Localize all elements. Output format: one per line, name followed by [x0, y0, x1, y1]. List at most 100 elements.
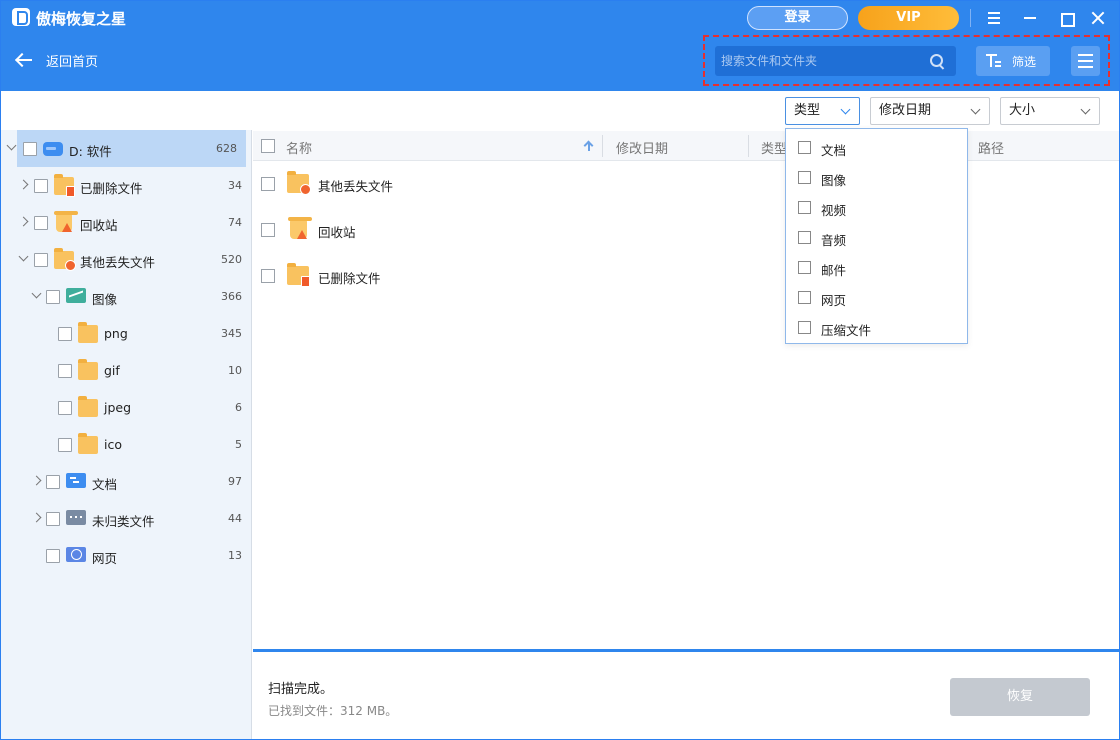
tree-item-uncategorized[interactable]: 未归类文件 44: [1, 500, 251, 537]
type-option-webpages[interactable]: 网页: [786, 282, 967, 312]
type-option-documents[interactable]: 文档: [786, 132, 967, 162]
option-checkbox[interactable]: [798, 141, 811, 154]
option-checkbox[interactable]: [798, 261, 811, 274]
filter-icon: [986, 53, 1002, 69]
minimize-icon[interactable]: [1019, 7, 1041, 29]
column-name[interactable]: 名称: [286, 138, 312, 157]
recycle-bin-icon: [54, 211, 78, 232]
type-option-audio[interactable]: 音频: [786, 222, 967, 252]
tree-checkbox[interactable]: [46, 549, 60, 563]
chevron-down-icon: [1080, 104, 1091, 115]
size-dropdown[interactable]: 大小: [1000, 97, 1100, 125]
tree-item-images[interactable]: 图像 366: [1, 278, 251, 315]
back-home-link[interactable]: 返回首页: [15, 49, 98, 71]
deleted-folder-icon: [54, 174, 75, 197]
sort-ascending-icon[interactable]: [584, 140, 594, 152]
tree-item-label: jpeg: [104, 400, 132, 415]
option-checkbox[interactable]: [798, 231, 811, 244]
lost-folder-icon: [54, 248, 76, 271]
title-bar: 傲梅恢复之星 登录 VIP: [1, 1, 1119, 35]
tree-checkbox[interactable]: [58, 401, 72, 415]
file-row[interactable]: 已删除文件: [253, 253, 1119, 299]
type-option-images[interactable]: 图像: [786, 162, 967, 192]
more-menu-icon[interactable]: [1071, 46, 1100, 76]
column-type[interactable]: 类型: [761, 138, 787, 157]
row-checkbox[interactable]: [261, 269, 275, 283]
column-divider[interactable]: [748, 135, 749, 157]
chevron-right-icon[interactable]: [31, 475, 42, 486]
recover-button[interactable]: 恢复: [950, 678, 1090, 716]
tree-checkbox[interactable]: [46, 290, 60, 304]
search-icon[interactable]: [930, 54, 944, 68]
chevron-down-icon[interactable]: [18, 251, 29, 262]
chevron-right-icon[interactable]: [18, 179, 29, 190]
maximize-icon[interactable]: [1055, 7, 1077, 29]
tree-item-recycle-bin[interactable]: 回收站 74: [1, 204, 251, 241]
tree-item-count: 34: [228, 179, 242, 192]
tree-checkbox[interactable]: [58, 364, 72, 378]
tree-checkbox[interactable]: [58, 327, 72, 341]
file-name: 其他丢失文件: [318, 179, 394, 194]
tree-item-count: 628: [216, 142, 237, 155]
column-date[interactable]: 修改日期: [616, 138, 668, 157]
file-name: 已删除文件: [318, 271, 381, 286]
close-icon[interactable]: [1087, 7, 1109, 29]
column-path[interactable]: 路径: [978, 138, 1004, 157]
chevron-right-icon[interactable]: [31, 512, 42, 523]
tree-item-documents[interactable]: 文档 97: [1, 463, 251, 500]
tree-item-ico[interactable]: ico 5: [1, 426, 251, 463]
select-all-checkbox[interactable]: [261, 139, 275, 153]
folder-icon: [78, 359, 98, 380]
type-option-video[interactable]: 视频: [786, 192, 967, 222]
option-label: 邮件: [821, 263, 847, 278]
date-dropdown[interactable]: 修改日期: [870, 97, 990, 125]
tree-item-count: 345: [221, 327, 242, 340]
tree-item-label: 回收站: [80, 218, 118, 233]
filter-button[interactable]: 筛选: [976, 46, 1050, 76]
chevron-right-icon[interactable]: [18, 216, 29, 227]
folder-tree: D: 软件 628 已删除文件 34 回收站 74 其他丢失文件 520 图像 …: [1, 130, 252, 739]
tree-item-png[interactable]: png 345: [1, 315, 251, 352]
option-checkbox[interactable]: [798, 201, 811, 214]
recycle-bin-icon: [288, 217, 312, 239]
tree-checkbox[interactable]: [58, 438, 72, 452]
option-checkbox[interactable]: [798, 321, 811, 334]
tree-checkbox[interactable]: [23, 142, 37, 156]
tree-checkbox[interactable]: [34, 253, 48, 267]
tree-item-gif[interactable]: gif 10: [1, 352, 251, 389]
tree-checkbox[interactable]: [46, 512, 60, 526]
row-checkbox[interactable]: [261, 223, 275, 237]
tree-checkbox[interactable]: [34, 216, 48, 230]
tree-item-deleted[interactable]: 已删除文件 34: [1, 167, 251, 204]
type-dropdown[interactable]: 类型: [785, 97, 860, 125]
drive-icon: [43, 142, 63, 156]
image-icon: [66, 288, 86, 303]
app-title: 傲梅恢复之星: [36, 10, 127, 28]
tree-item-drive[interactable]: D: 软件 628: [17, 130, 246, 167]
tree-checkbox[interactable]: [34, 179, 48, 193]
option-checkbox[interactable]: [798, 291, 811, 304]
menu-icon[interactable]: [983, 7, 1005, 29]
column-divider[interactable]: [602, 135, 603, 157]
search-input[interactable]: [721, 46, 921, 76]
row-checkbox[interactable]: [261, 177, 275, 191]
tree-item-other-lost[interactable]: 其他丢失文件 520: [1, 241, 251, 278]
type-option-email[interactable]: 邮件: [786, 252, 967, 282]
tree-checkbox[interactable]: [46, 475, 60, 489]
file-name: 回收站: [318, 225, 356, 240]
tree-item-count: 44: [228, 512, 242, 525]
tree-item-jpeg[interactable]: jpeg 6: [1, 389, 251, 426]
option-checkbox[interactable]: [798, 171, 811, 184]
file-row[interactable]: 其他丢失文件: [253, 161, 1119, 207]
status-bar: 扫描完成。 已找到文件：312 MB。 恢复: [253, 649, 1119, 739]
filter-label: 筛选: [1012, 55, 1037, 69]
type-option-archives[interactable]: 压缩文件: [786, 312, 967, 342]
titlebar-divider: [970, 9, 971, 27]
tree-item-count: 366: [221, 290, 242, 303]
chevron-down-icon[interactable]: [6, 140, 17, 151]
login-button[interactable]: 登录: [747, 6, 848, 30]
file-row[interactable]: 回收站: [253, 207, 1119, 253]
tree-item-webpages[interactable]: 网页 13: [1, 537, 251, 574]
chevron-down-icon[interactable]: [31, 288, 42, 299]
vip-button[interactable]: VIP: [858, 6, 959, 30]
